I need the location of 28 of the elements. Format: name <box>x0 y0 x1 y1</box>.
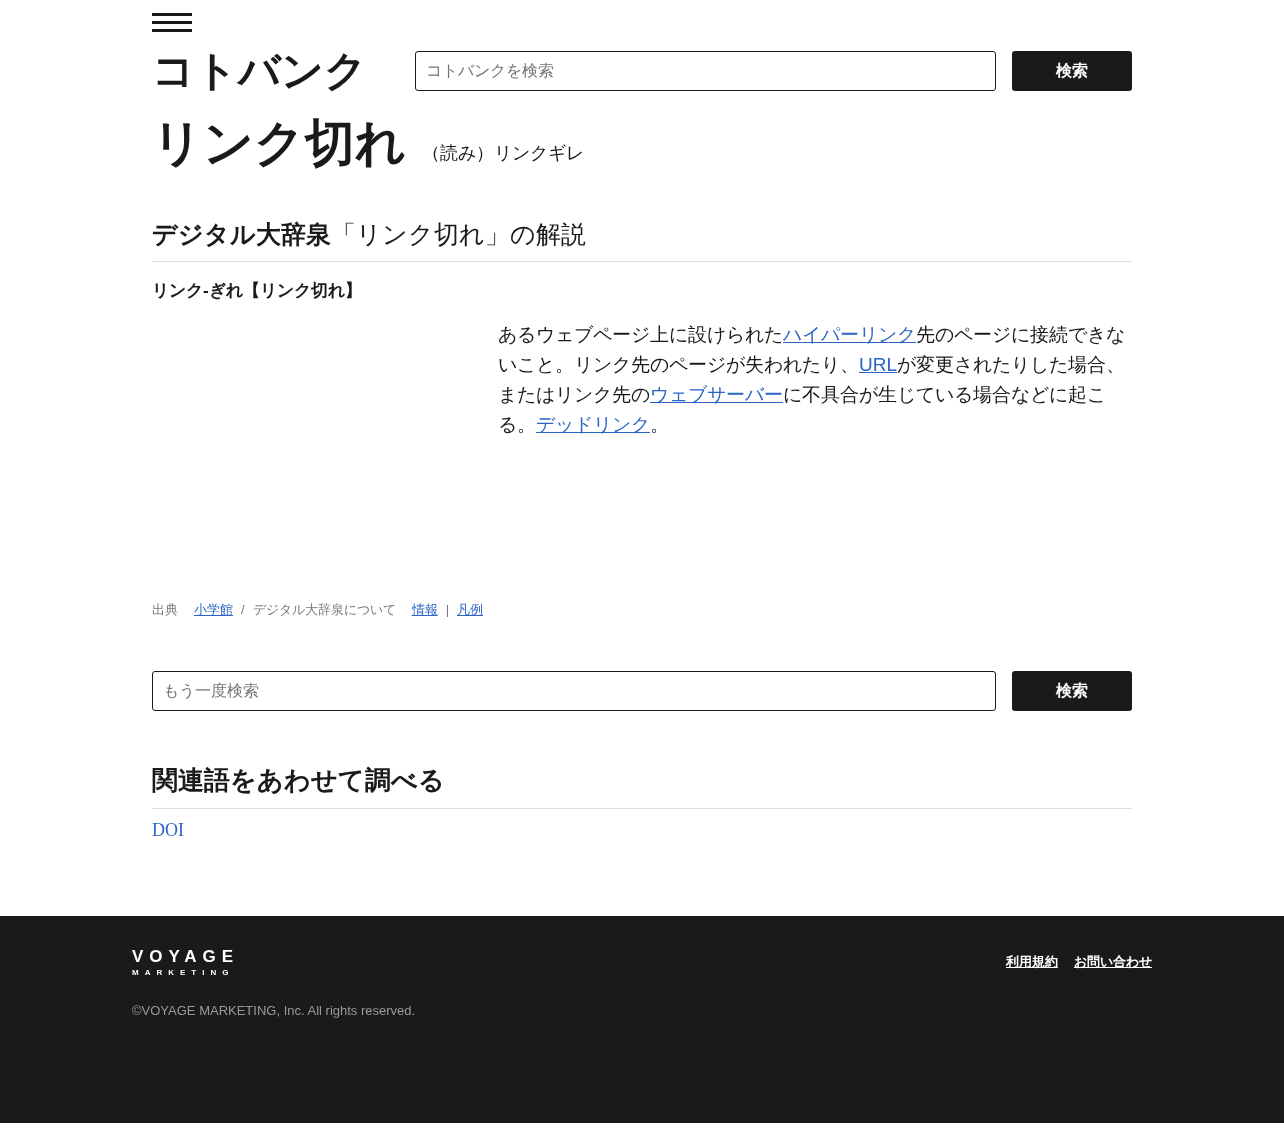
source-text: / <box>241 600 245 619</box>
site-logo[interactable]: コトバンク <box>152 50 367 92</box>
menu-icon[interactable] <box>152 10 192 34</box>
definition-link[interactable]: ハイパーリンク <box>783 323 916 345</box>
reading-text: （読み）リンクギレ <box>422 142 584 165</box>
source-text: デジタル大辞泉について <box>252 600 396 619</box>
source-link[interactable]: 情報 <box>411 599 438 619</box>
related-heading: 関連語をあわせて調べる <box>152 765 1132 810</box>
definition-link[interactable]: ウェブサーバー <box>650 383 783 405</box>
copyright-text: ©VOYAGE MARKETING, Inc. All rights reserved. <box>132 1002 417 1021</box>
search-button[interactable]: 検索 <box>1012 671 1132 711</box>
search-field[interactable]: もう一度検索 <box>152 671 996 711</box>
headword: リンク-ぎれ【リンク切れ】 <box>152 280 363 302</box>
footer-logo[interactable]: VOYAGE MARKETING <box>132 948 248 978</box>
search-field[interactable]: コトバンクを検索 <box>415 51 996 91</box>
source-link[interactable]: 小学館 <box>194 599 233 619</box>
section-heading: デジタル大辞泉「リンク切れ」の解説 <box>152 219 1132 262</box>
definition-text: あるウェブページ上に設けられたハイパーリンク 先のページに接続できないこと。リンク先のページが失われたり、URLが変更されたりした場合、またはリンク先のウェブサーバーに不具合が生じている場合などに起こる。デッドリンク。 <box>498 322 1126 437</box>
related-link[interactable]: DOI <box>152 820 184 841</box>
search-button[interactable]: 検索 <box>1012 51 1132 91</box>
definition-link[interactable]: デッドリンク <box>536 413 650 435</box>
source-link[interactable]: 凡例 <box>457 599 483 619</box>
footer-link[interactable]: お問い合わせ <box>1074 952 1152 972</box>
source-text: | <box>445 600 449 619</box>
definition-link[interactable]: URL <box>859 353 897 375</box>
entry-title: リンク切れ <box>152 116 406 171</box>
source-text: 出典 <box>152 600 178 619</box>
footer-link[interactable]: 利用規約 <box>1006 952 1058 972</box>
